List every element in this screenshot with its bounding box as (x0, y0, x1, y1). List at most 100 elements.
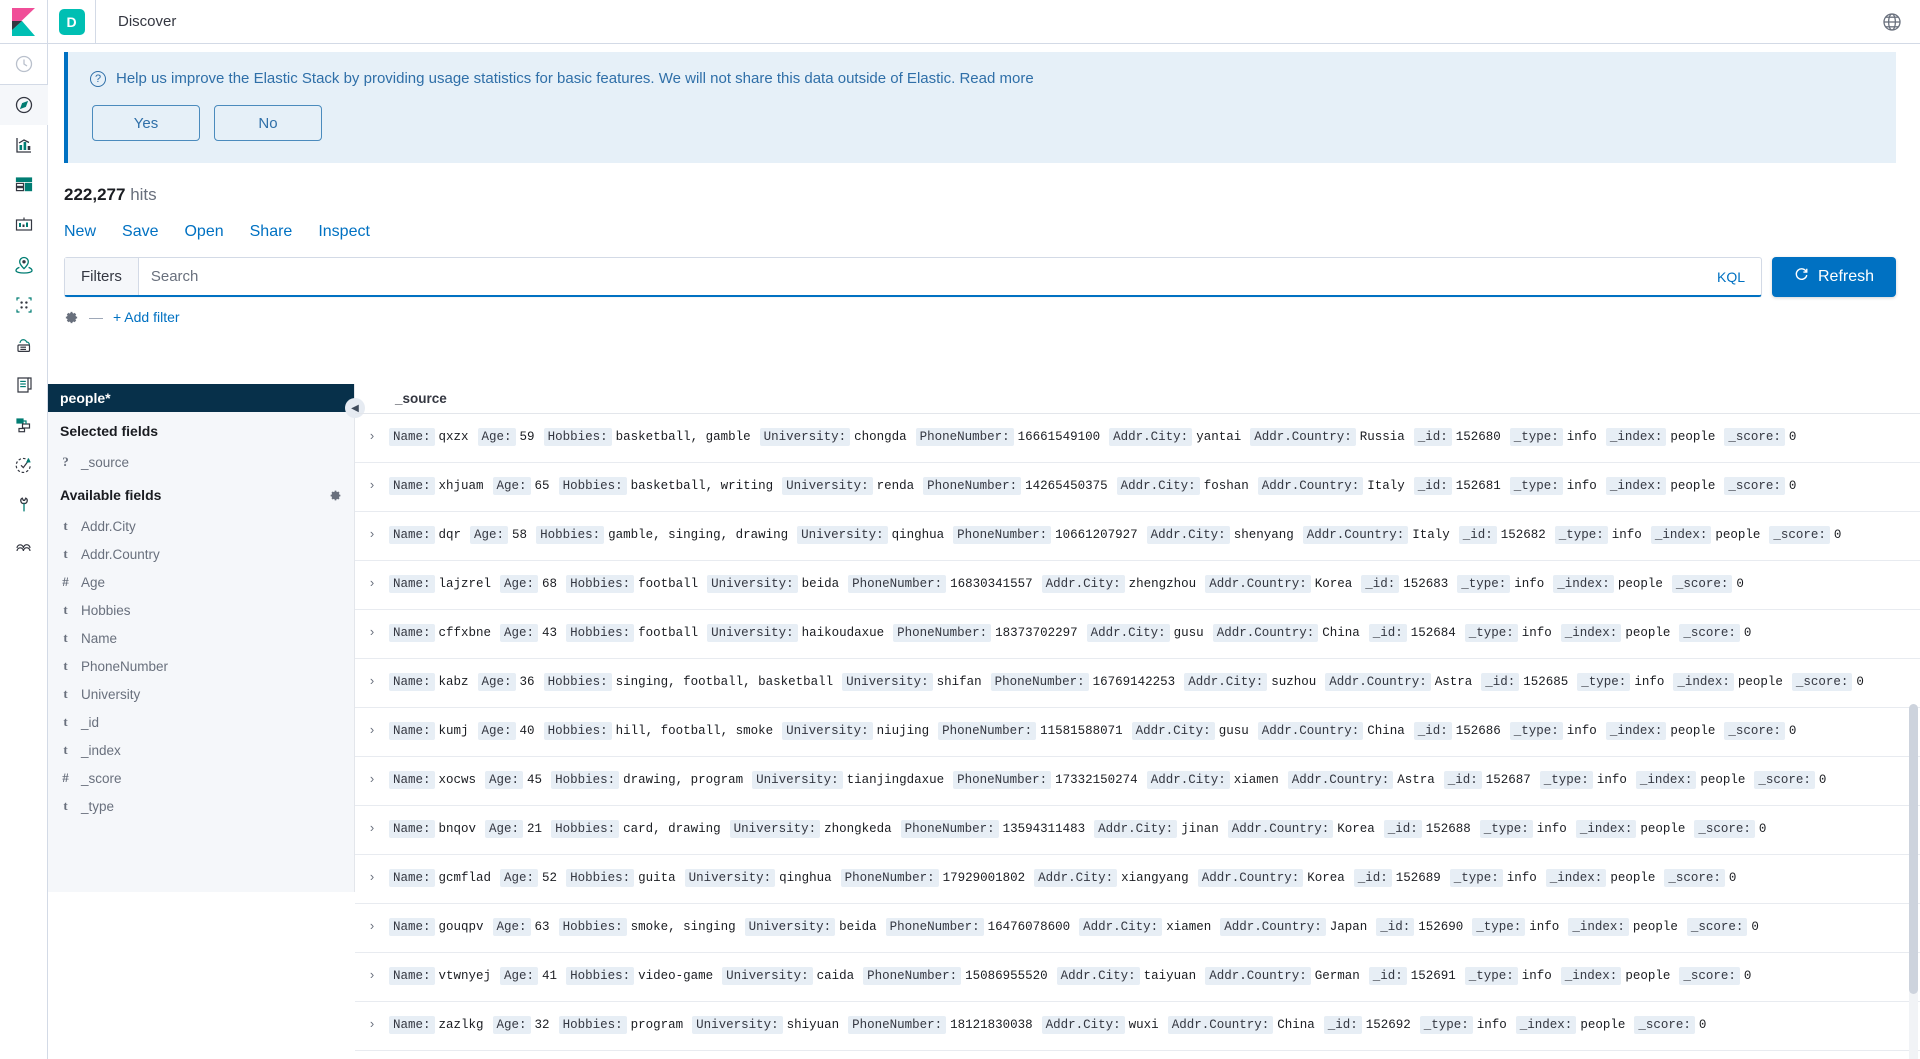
vertical-scrollbar[interactable] (1909, 704, 1918, 1059)
available-field-university[interactable]: t University (48, 680, 354, 708)
field-key: _score: (1664, 869, 1725, 887)
kibana-logo-cell[interactable] (0, 0, 48, 43)
table-row[interactable]: › Name: lajzrel Age: 68 Hobbies: football Unive… (355, 561, 1920, 610)
field-key: _index: (1605, 722, 1667, 740)
open-button[interactable]: Open (184, 223, 223, 241)
sidebar-item-visualize[interactable] (0, 125, 48, 165)
table-row[interactable]: ›Name:xcyoAge:34Hobbies:hill, smoke, eat… (355, 1051, 1920, 1059)
table-row[interactable]: › Name: kumj Age: 40 Hobbies: hill, football, … (355, 708, 1920, 757)
chevron-right-icon[interactable]: › (355, 476, 389, 492)
sidebar-item-uptime[interactable] (0, 445, 48, 485)
field-value: 18121830038 (950, 1018, 1033, 1032)
sidebar-item-discover[interactable] (0, 85, 48, 125)
nav-item-recently-viewed[interactable] (0, 44, 48, 84)
field-value: people (1625, 969, 1671, 983)
share-button[interactable]: Share (250, 223, 293, 241)
chevron-right-icon[interactable]: › (355, 917, 389, 933)
chevron-right-icon[interactable]: › (355, 868, 389, 884)
chevron-right-icon[interactable]: › (355, 574, 389, 590)
field-value: 13594311483 (1002, 822, 1086, 836)
index-pattern-selector[interactable]: people* (48, 384, 354, 412)
field-key: PhoneNumber: (915, 428, 1014, 446)
table-row[interactable]: › Name: bnqov Age: 21 Hobbies: card, drawing Un… (355, 806, 1920, 855)
query-language-button[interactable]: KQL (1701, 258, 1761, 295)
chevron-right-icon[interactable]: › (355, 672, 389, 688)
main-content: ? Help us improve the Elastic Stack by p… (48, 44, 1920, 1059)
field-key: Age: (477, 722, 516, 740)
table-row[interactable]: › Name: vtwnyej Age: 41 Hobbies: video-game Uni… (355, 953, 1920, 1002)
available-field-phonenumber[interactable]: t PhoneNumber (48, 652, 354, 680)
table-row[interactable]: › Name: gouqpv Age: 63 Hobbies: smoke, singing… (355, 904, 1920, 953)
refresh-button[interactable]: Refresh (1772, 257, 1896, 297)
sidebar-item-dev-tools[interactable] (0, 485, 48, 525)
table-row[interactable]: › Name: qxzx Age: 59 Hobbies: basketball, gamb… (355, 414, 1920, 463)
inspect-button[interactable]: Inspect (318, 223, 370, 241)
chevron-right-icon[interactable]: › (355, 770, 389, 786)
sidebar-item-management[interactable] (0, 525, 48, 565)
sidebar-item-canvas[interactable] (0, 205, 48, 245)
chevron-right-icon[interactable]: › (355, 819, 389, 835)
gear-icon[interactable] (64, 310, 79, 325)
chevron-right-icon[interactable]: › (355, 525, 389, 541)
table-row[interactable]: › Name: dqr Age: 58 Hobbies: gamble, singing, … (355, 512, 1920, 561)
field-value: shenyang (1233, 528, 1294, 542)
add-filter-button[interactable]: + Add filter (113, 309, 180, 325)
telemetry-yes-button[interactable]: Yes (92, 105, 200, 141)
globe-icon[interactable] (1882, 12, 1902, 32)
question-circle-icon: ? (90, 70, 106, 87)
field-key: University: (842, 673, 933, 691)
available-field-addr-city[interactable]: t Addr.City (48, 512, 354, 540)
available-field-name[interactable]: t Name (48, 624, 354, 652)
sidebar-item-maps[interactable] (0, 245, 48, 285)
field-key: _score: (1769, 526, 1830, 544)
table-row[interactable]: › Name: xocws Age: 45 Hobbies: drawing, progra… (355, 757, 1920, 806)
table-row[interactable]: › Name: xhjuam Age: 65 Hobbies: basketball, wr… (355, 463, 1920, 512)
field-value: 17332150274 (1055, 773, 1138, 787)
save-button[interactable]: Save (122, 223, 158, 241)
telemetry-no-button[interactable]: No (214, 105, 322, 141)
field-value: people (1737, 675, 1783, 689)
sidebar-item-logs[interactable] (0, 365, 48, 405)
table-row[interactable]: › Name: kabz Age: 36 Hobbies: singing, footbal… (355, 659, 1920, 708)
available-field-hobbies[interactable]: t Hobbies (48, 596, 354, 624)
table-row[interactable]: › Name: gcmflad Age: 52 Hobbies: guita Universi… (355, 855, 1920, 904)
chevron-right-icon[interactable]: › (355, 721, 389, 737)
field-key: PhoneNumber: (863, 967, 962, 985)
available-field--index[interactable]: t _index (48, 736, 354, 764)
new-button[interactable]: New (64, 223, 96, 241)
sidebar-item-dashboard[interactable] (0, 165, 48, 205)
available-field-age[interactable]: # Age (48, 568, 354, 596)
available-field--type[interactable]: t _type (48, 792, 354, 820)
field-key: Hobbies: (551, 820, 620, 838)
read-more-link[interactable]: Read more (959, 70, 1033, 87)
field-key: Hobbies: (543, 722, 612, 740)
field-value: 0 (1736, 577, 1744, 591)
scrollbar-thumb[interactable] (1909, 704, 1918, 994)
chevron-right-icon[interactable]: › (355, 427, 389, 443)
chevron-right-icon[interactable]: › (355, 966, 389, 982)
field-value: people (1715, 528, 1761, 542)
gear-icon[interactable] (329, 489, 342, 502)
field-value: 0 (1818, 773, 1827, 787)
available-field-addr-country[interactable]: t Addr.Country (48, 540, 354, 568)
field-key: Name: (389, 428, 435, 446)
chevron-right-icon[interactable]: › (355, 1015, 389, 1031)
selected-field--source[interactable]: ? _source (48, 448, 354, 476)
table-row[interactable]: › Name: zazlkg Age: 32 Hobbies: program Univers… (355, 1002, 1920, 1051)
field-key: _type: (1554, 526, 1608, 544)
sidebar-item-machine-learning[interactable] (0, 285, 48, 325)
available-field--id[interactable]: t _id (48, 708, 354, 736)
field-value: 16476078600 (987, 920, 1071, 934)
sidebar-item-apm[interactable] (0, 405, 48, 445)
field-value: Astra (1397, 773, 1435, 787)
field-value: people (1632, 920, 1678, 934)
chevron-right-icon[interactable]: › (355, 623, 389, 639)
filters-button[interactable]: Filters (65, 258, 139, 295)
table-row[interactable]: › Name: cffxbne Age: 43 Hobbies: football Unive… (355, 610, 1920, 659)
available-field--score[interactable]: # _score (48, 764, 354, 792)
app-badge-cell[interactable]: D (48, 0, 96, 43)
field-value: beida (801, 577, 840, 591)
sidebar-item-infrastructure[interactable] (0, 325, 48, 365)
field-value: info (1611, 528, 1642, 542)
search-input[interactable] (138, 258, 1701, 295)
